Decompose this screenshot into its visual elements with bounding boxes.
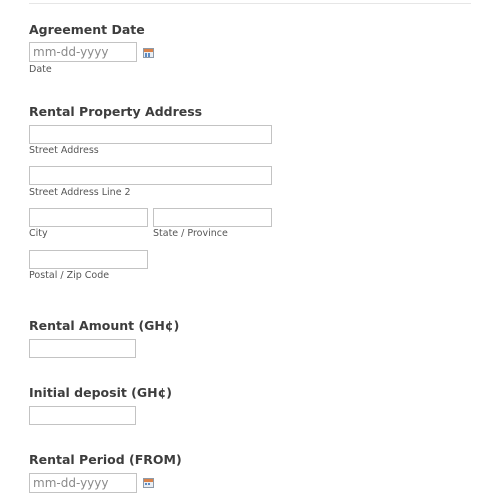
initial-deposit-label: Initial deposit (GH¢): [29, 385, 173, 400]
postal-zip-sublabel: Postal / Zip Code: [29, 270, 110, 281]
agreement-date-input[interactable]: [29, 42, 137, 62]
state-province-input[interactable]: [153, 208, 272, 227]
agreement-date-label: Agreement Date: [29, 22, 145, 37]
street-address-input[interactable]: [29, 125, 272, 144]
calendar-icon[interactable]: [143, 478, 154, 488]
rental-amount-input[interactable]: [29, 339, 136, 358]
initial-deposit-input[interactable]: [29, 406, 136, 425]
postal-zip-input[interactable]: [29, 250, 148, 269]
city-input[interactable]: [29, 208, 148, 227]
city-sublabel: City: [29, 228, 48, 239]
calendar-icon[interactable]: [143, 48, 154, 58]
rental-amount-label: Rental Amount (GH¢): [29, 318, 180, 333]
state-province-sublabel: State / Province: [153, 228, 228, 239]
section-divider: [29, 3, 471, 4]
rental-period-from-input[interactable]: [29, 473, 137, 493]
agreement-date-sublabel: Date: [29, 64, 52, 75]
rental-period-from-label: Rental Period (FROM): [29, 452, 182, 467]
street-address-sublabel: Street Address: [29, 145, 99, 156]
street-address-line2-input[interactable]: [29, 166, 272, 185]
street-address-line2-sublabel: Street Address Line 2: [29, 187, 131, 198]
rental-address-label: Rental Property Address: [29, 104, 203, 119]
